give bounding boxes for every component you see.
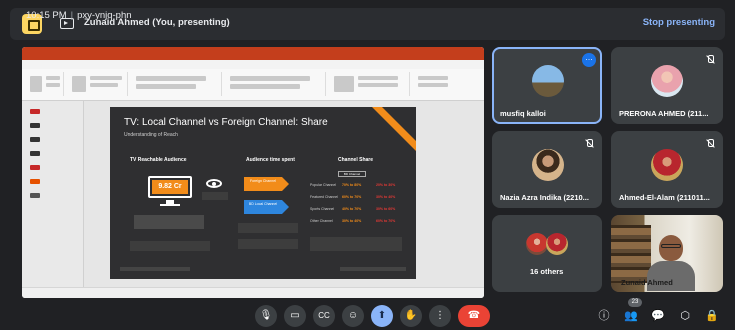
powerpoint-statusbar: [22, 287, 484, 298]
avatar: [532, 149, 564, 181]
ribbon-group: [330, 72, 410, 96]
participant-name: Zunaid Ahmed: [621, 278, 673, 287]
chat-icon[interactable]: 💬: [651, 309, 665, 323]
hand-icon: ✋: [404, 310, 418, 321]
slide-footnote-block: [130, 241, 210, 251]
reachable-audience-heading: TV Reachable Audience: [130, 157, 187, 163]
share-row-label: Popular Channel: [310, 183, 337, 187]
participant-name: musfiq kalloi: [500, 109, 546, 118]
participant-tile[interactable]: … musfiq kalloi: [492, 47, 602, 124]
slide-thumbnail[interactable]: [30, 193, 40, 198]
share-row-label: Sports Channel: [310, 207, 335, 211]
mic-off-icon: [705, 55, 715, 65]
people-icon[interactable]: 👥: [624, 309, 638, 323]
ribbon-group: [414, 72, 478, 96]
share-row-local: 30% to 40%: [342, 219, 362, 223]
participant-name: Nazia Azra Indika (2210...: [500, 193, 589, 202]
bookshelf: [611, 225, 652, 283]
powerpoint-ribbon: [22, 69, 484, 101]
ribbon-group: [226, 72, 326, 96]
local-channel-arrow: BD Local Channel: [244, 200, 289, 214]
slide-title: TV: Local Channel vs Foreign Channel: Sh…: [124, 117, 328, 128]
meeting-info: 10:15 PM | pxy-ynjq-phn: [26, 10, 132, 21]
slide-footnote-block: [134, 215, 204, 229]
others-tile[interactable]: 16 others: [492, 215, 602, 292]
share-row-local: 60% to 70%: [342, 195, 362, 199]
avatar: [651, 149, 683, 181]
present-icon: ⬆: [377, 310, 387, 321]
slide-thumbnail[interactable]: [30, 165, 40, 170]
mic-off-icon: [584, 139, 594, 149]
slide-thumbnail[interactable]: [30, 109, 40, 114]
shared-screen: TV: Local Channel vs Foreign Channel: Sh…: [22, 47, 484, 298]
foreign-channel-arrow: Foreign Channel: [244, 177, 289, 191]
meeting-details-icon[interactable]: ⓘ: [597, 309, 611, 323]
microphone-button[interactable]: 🎙: [255, 305, 277, 327]
channel-share-heading: Channel Share: [338, 157, 374, 163]
raise-hand-button[interactable]: ✋: [400, 305, 422, 327]
clock-time: 10:15 PM: [26, 10, 67, 21]
tv-reach-value: 9.82 Cr: [152, 180, 188, 194]
camera-icon: ▭: [290, 310, 300, 321]
ribbon-group: [26, 72, 64, 96]
captions-icon: CC: [318, 311, 330, 320]
others-count-label: 16 others: [530, 267, 564, 276]
participant-count-badge: 23: [628, 298, 642, 307]
avatar: [532, 65, 564, 97]
self-face: [659, 235, 683, 261]
emoji-icon: ☺: [347, 310, 359, 321]
share-row-label: Featured Channel: [310, 195, 339, 199]
powerpoint-ribbon-tabs: [22, 60, 484, 69]
more-vertical-icon: ⋮: [435, 310, 445, 321]
time-spent-heading: Audience time spent: [246, 157, 295, 163]
meeting-code: pxy-ynjq-phn: [77, 10, 132, 21]
slide-thumbnails-pane: [22, 101, 84, 287]
hang-up-icon: ☎: [467, 310, 481, 321]
participant-tile[interactable]: Nazia Azra Indika (2210...: [492, 131, 602, 208]
share-row-local: 70% to 80%: [342, 183, 362, 187]
share-row-foreign: 30% to 40%: [376, 195, 396, 199]
avatar: [546, 233, 568, 255]
slide-thumbnail[interactable]: [30, 123, 40, 128]
camera-button[interactable]: ▭: [284, 305, 306, 327]
slide-thumbnail[interactable]: [30, 137, 40, 142]
ribbon-group: [68, 72, 128, 96]
powerpoint-titlebar: [22, 47, 484, 60]
participant-tile[interactable]: Ahmed-El-Alam (211011...: [611, 131, 723, 208]
present-now-button[interactable]: ⬆: [371, 305, 393, 327]
share-row-foreign: 30% to 60%: [376, 207, 396, 211]
captions-button[interactable]: CC: [313, 305, 335, 327]
participant-name: PRERONA AHMED (211...: [619, 109, 709, 118]
reactions-button[interactable]: ☺: [342, 305, 364, 327]
bd-channel-pill: BD Channel: [338, 171, 366, 177]
more-options-button[interactable]: ⋮: [429, 305, 451, 327]
share-row-local: 40% to 70%: [342, 207, 362, 211]
share-row-foreign: 60% to 70%: [376, 219, 396, 223]
avatar: [651, 65, 683, 97]
microphone-icon: 🎙: [259, 310, 273, 321]
ribbon-group: [132, 72, 222, 96]
participant-tile[interactable]: PRERONA AHMED (211...: [611, 47, 723, 124]
slide-thumbnail[interactable]: [30, 179, 40, 184]
participant-name: Ahmed-El-Alam (211011...: [619, 193, 710, 202]
avatar: [526, 233, 548, 255]
activities-icon[interactable]: ⬡: [678, 309, 692, 323]
slide-thumbnail[interactable]: [30, 151, 40, 156]
eye-icon: [206, 179, 222, 188]
share-row-foreign: 20% to 30%: [376, 183, 396, 187]
host-controls-icon[interactable]: 🔒: [705, 309, 719, 323]
share-row-label: Other Channel: [310, 219, 333, 223]
current-slide: TV: Local Channel vs Foreign Channel: Sh…: [110, 107, 416, 279]
leave-call-button[interactable]: ☎: [458, 305, 490, 327]
mic-off-icon: [705, 139, 715, 149]
more-options-icon[interactable]: …: [582, 53, 596, 67]
stop-presenting-button[interactable]: Stop presenting: [643, 17, 715, 28]
self-camera-tile[interactable]: Zunaid Ahmed: [611, 215, 723, 292]
slide-subtitle: Understanding of Reach: [124, 132, 178, 138]
